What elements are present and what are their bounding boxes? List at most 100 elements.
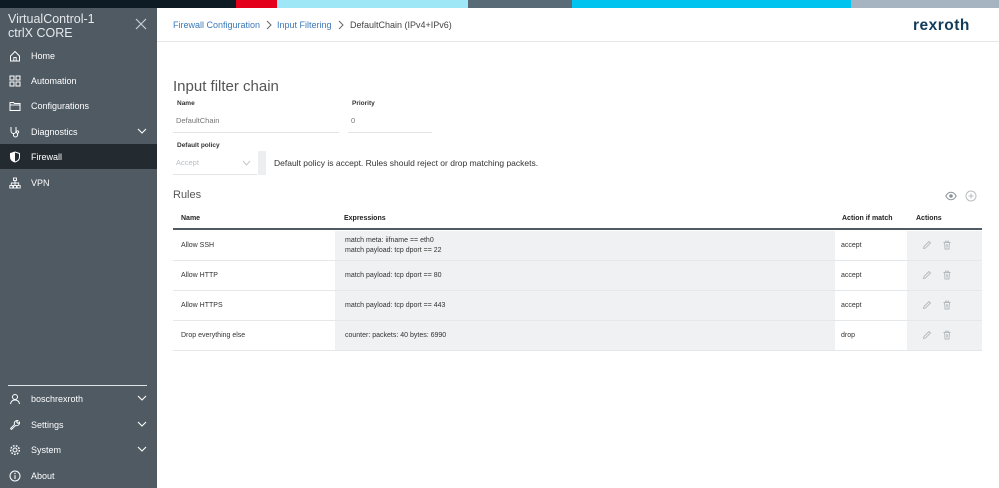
rule-name-text: Allow HTTPS <box>181 302 223 309</box>
sidebar-item-label: VPN <box>31 177 50 188</box>
column-header-expressions: Expressions <box>344 215 386 222</box>
sidebar-item-about[interactable]: About <box>0 463 157 488</box>
name-field[interactable] <box>173 109 339 133</box>
stripe-segment-4 <box>468 0 572 8</box>
expression-line: counter: packets: 40 bytes: 6990 <box>345 331 447 339</box>
sidebar-item-label: About <box>31 470 55 481</box>
stripe-segment-6 <box>851 0 999 8</box>
chevron-right-icon <box>266 20 272 30</box>
chevron-down-icon[interactable] <box>137 420 147 428</box>
table-row[interactable]: Allow HTTPS match payload: tcp dport == … <box>173 291 982 321</box>
rules-title: Rules <box>173 189 202 201</box>
rule-name: Allow HTTPS <box>181 291 331 320</box>
breadcrumb-input-filtering[interactable]: Input Filtering <box>277 20 332 31</box>
close-icon[interactable] <box>135 18 147 30</box>
breadcrumb-firewall-configuration[interactable]: Firewall Configuration <box>173 20 260 31</box>
edit-icon[interactable] <box>922 270 932 280</box>
rule-expressions: match meta: iifname == eth0 match payloa… <box>335 231 835 260</box>
rule-expressions: counter: packets: 40 bytes: 6990 <box>335 321 835 350</box>
add-circle-icon[interactable] <box>965 190 977 202</box>
sidebar: VirtualControl-1 ctrlX CORE Home Automat… <box>0 8 157 488</box>
sidebar-item-configurations[interactable]: Configurations <box>0 93 157 118</box>
sidebar-item-label: Firewall <box>31 151 63 162</box>
sidebar-header: VirtualControl-1 ctrlX CORE <box>0 8 157 44</box>
sidebar-item-settings[interactable]: Settings <box>0 412 157 437</box>
chevron-down-icon[interactable] <box>137 394 147 402</box>
expression-line: match meta: iifname == eth0 <box>345 236 434 244</box>
sidebar-item-label: Diagnostics <box>31 126 78 137</box>
trash-icon[interactable] <box>942 300 952 310</box>
sidebar-item-diagnostics[interactable]: Diagnostics <box>0 119 157 144</box>
chevron-down-icon[interactable] <box>137 445 147 453</box>
sidebar-item-system[interactable]: System <box>0 437 157 462</box>
sidebar-item-automation[interactable]: Automation <box>0 68 157 93</box>
table-row[interactable]: Allow SSH match meta: iifname == eth0 ma… <box>173 231 982 261</box>
network-icon <box>8 176 22 190</box>
sidebar-item-user[interactable]: boschrexroth <box>0 386 157 411</box>
chevron-right-icon <box>338 20 344 30</box>
rule-action: accept <box>841 231 901 260</box>
hint-bar <box>258 151 266 175</box>
rule-name-text: Drop everything else <box>181 332 246 339</box>
stripe-segment-5 <box>572 0 851 8</box>
default-policy-select[interactable]: Accept <box>173 151 257 175</box>
eye-icon[interactable] <box>945 190 957 202</box>
edit-icon[interactable] <box>922 330 932 340</box>
chevron-down-icon[interactable] <box>137 127 147 135</box>
sidebar-item-label: Home <box>31 50 56 61</box>
page-title: Input filter chain <box>173 78 279 95</box>
sidebar-item-label: System <box>31 444 62 455</box>
top-color-stripe <box>0 0 999 8</box>
stripe-segment-3 <box>277 0 468 8</box>
sidebar-item-firewall[interactable]: Firewall <box>0 144 157 169</box>
rules-table-header: Name Expressions Action if match Actions <box>173 208 982 230</box>
priority-label: Priority <box>352 100 375 107</box>
sidebar-item-label: boschrexroth <box>31 393 84 404</box>
device-title: VirtualControl-1 ctrlX CORE <box>8 12 95 40</box>
sidebar-item-label: Configurations <box>31 100 90 111</box>
top-bar: Firewall Configuration Input Filtering D… <box>157 8 999 42</box>
sidebar-item-vpn[interactable]: VPN <box>0 170 157 195</box>
rule-name-text: Allow HTTP <box>181 272 218 279</box>
rule-action-text: accept <box>841 272 862 279</box>
rule-action: drop <box>841 321 901 350</box>
default-policy-value: Accept <box>176 158 199 167</box>
policy-hint: Default policy is accept. Rules should r… <box>274 158 539 168</box>
shield-icon <box>8 150 22 164</box>
trash-icon[interactable] <box>942 270 952 280</box>
trash-icon[interactable] <box>942 240 952 250</box>
name-label: Name <box>177 100 195 107</box>
device-type: ctrlX CORE <box>8 26 73 40</box>
home-icon <box>8 49 22 63</box>
edit-icon[interactable] <box>922 240 932 250</box>
rule-name: Allow HTTP <box>181 261 331 290</box>
rule-action-text: accept <box>841 242 862 249</box>
sidebar-item-label: Settings <box>31 419 64 430</box>
expression-line: match payload: tcp dport == 443 <box>345 301 446 309</box>
chevron-down-icon <box>242 160 251 166</box>
rule-expressions: match payload: tcp dport == 80 <box>335 261 835 290</box>
rule-name-text: Allow SSH <box>181 242 215 249</box>
trash-icon[interactable] <box>942 330 952 340</box>
sidebar-item-label: Automation <box>31 75 77 86</box>
rule-expressions: match payload: tcp dport == 443 <box>335 291 835 320</box>
stripe-segment-1 <box>0 0 236 8</box>
rule-name: Allow SSH <box>181 231 331 260</box>
sidebar-item-home[interactable]: Home <box>0 43 157 68</box>
grid-icon <box>8 74 22 88</box>
rule-action-text: drop <box>841 332 856 339</box>
rule-action-text: accept <box>841 302 862 309</box>
edit-icon[interactable] <box>922 300 932 310</box>
folder-icon <box>8 99 22 113</box>
rule-name: Drop everything else <box>181 321 331 350</box>
column-header-action: Action if match <box>842 215 893 222</box>
table-row[interactable]: Drop everything else counter: packets: 4… <box>173 321 982 351</box>
stripe-segment-2 <box>236 0 277 8</box>
user-icon <box>8 392 22 406</box>
gear-icon <box>8 443 22 457</box>
stethoscope-icon <box>8 125 22 139</box>
table-row[interactable]: Allow HTTP match payload: tcp dport == 8… <box>173 261 982 291</box>
expression-line: match payload: tcp dport == 80 <box>345 271 442 279</box>
column-header-actions: Actions <box>916 215 942 222</box>
priority-field[interactable] <box>348 109 432 133</box>
